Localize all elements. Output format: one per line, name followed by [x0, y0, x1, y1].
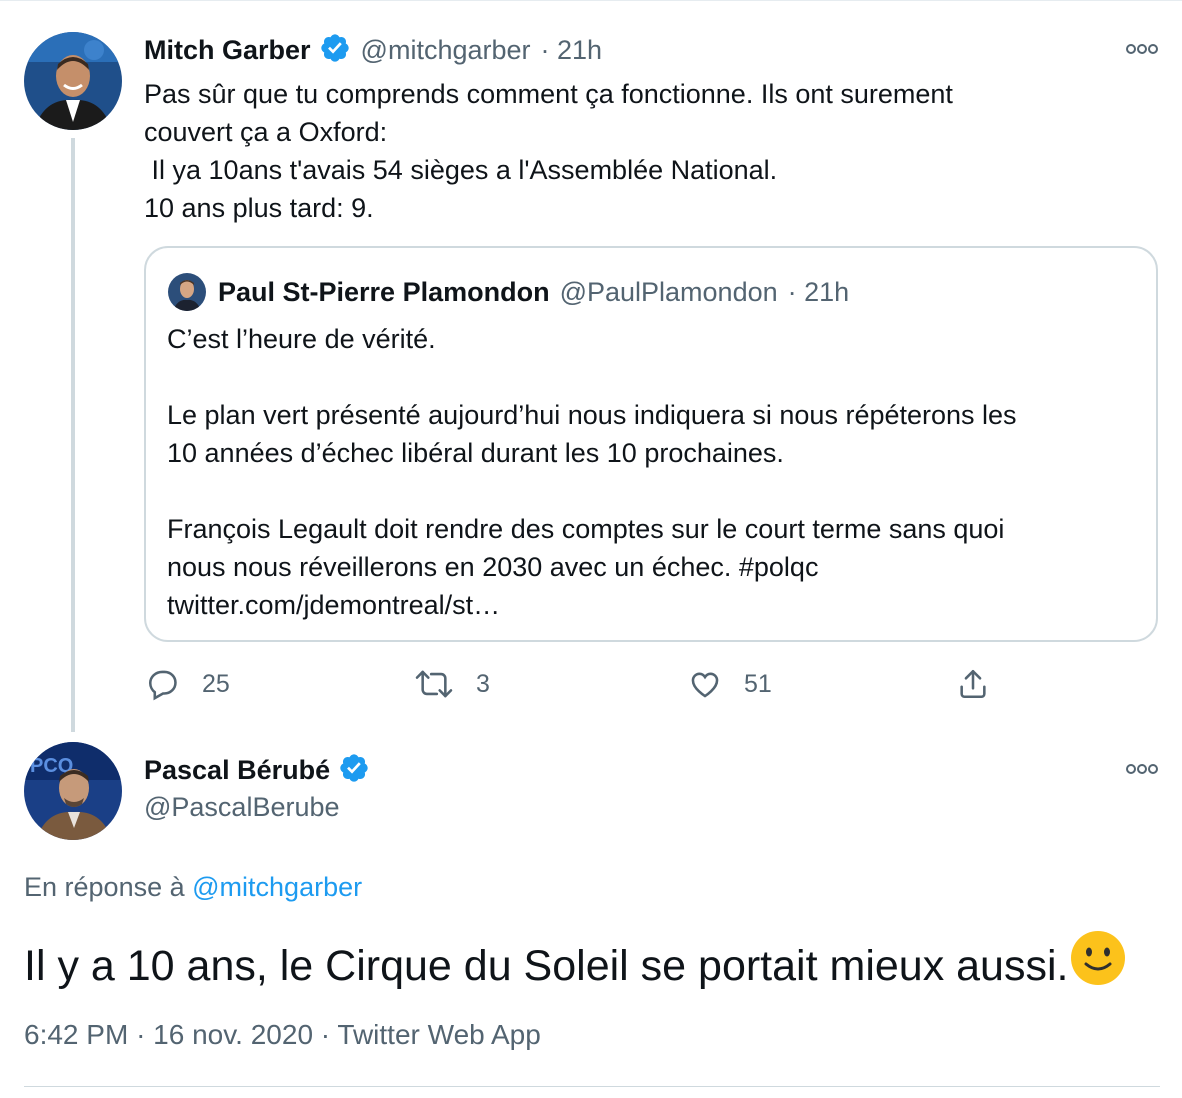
tweet2-header: Pascal Bérubé	[144, 750, 370, 790]
reply-prefix: En réponse à	[24, 872, 185, 902]
top-divider	[0, 0, 1182, 1]
more-options-icon[interactable]	[1125, 42, 1159, 56]
like-action[interactable]: 51	[688, 664, 772, 704]
tweet-date[interactable]: 16 nov. 2020	[153, 1019, 313, 1050]
reply-action[interactable]: 25	[146, 664, 230, 704]
paul-plamondon-avatar	[168, 273, 206, 311]
like-count: 51	[744, 669, 772, 698]
tweet1-header: Mitch Garber @mitchgarber · 21h	[144, 30, 602, 70]
quoted-tweet-text: C’est l’heure de vérité. Le plan vert pr…	[167, 324, 1017, 620]
retweet-icon	[415, 670, 453, 698]
verified-badge-icon	[319, 32, 351, 69]
author-name[interactable]: Mitch Garber	[144, 35, 311, 66]
quoted-timestamp[interactable]: · 21h	[788, 277, 850, 308]
quoted-author-handle[interactable]: @PaulPlamondon	[560, 277, 778, 308]
reply-count: 25	[202, 669, 230, 698]
share-action[interactable]	[956, 664, 990, 704]
meta-separator: ·	[136, 1019, 154, 1050]
tweet2-text-row: Il y a 10 ans, le Cirque du Soleil se po…	[24, 930, 1126, 996]
tweet-source[interactable]: Twitter Web App	[337, 1019, 540, 1050]
tweet2-text: Il y a 10 ans, le Cirque du Soleil se po…	[24, 942, 1069, 990]
slightly-smiling-face-icon	[1071, 931, 1126, 985]
mitch-garber-avatar[interactable]	[24, 32, 122, 130]
tweet-timestamp[interactable]: · 21h	[541, 35, 603, 66]
quoted-author-name[interactable]: Paul St-Pierre Plamondon	[218, 277, 550, 308]
bottom-divider	[24, 1086, 1160, 1087]
quoted-tweet-header: Paul St-Pierre Plamondon @PaulPlamondon …	[168, 272, 849, 312]
meta-separator: ·	[320, 1019, 338, 1050]
pascal-berube-avatar[interactable]: PCQ	[24, 742, 122, 840]
tweet2-meta: 6:42 PM · 16 nov. 2020 · Twitter Web App	[24, 1019, 541, 1051]
tweet-time[interactable]: 6:42 PM	[24, 1019, 128, 1050]
author-handle[interactable]: @mitchgarber	[361, 35, 531, 66]
more-options-icon[interactable]	[1125, 762, 1159, 776]
verified-badge-icon	[338, 752, 370, 789]
author-handle[interactable]: @PascalBerube	[144, 792, 340, 823]
reply-mention-link[interactable]: @mitchgarber	[192, 872, 362, 902]
thread-connector-line	[71, 138, 75, 732]
reply-icon	[148, 670, 177, 701]
share-icon	[960, 669, 986, 699]
tweet1-text: Pas sûr que tu comprends comment ça fonc…	[144, 79, 953, 223]
reply-context: En réponse à @mitchgarber	[24, 872, 362, 903]
retweet-count: 3	[476, 669, 490, 698]
retweet-action[interactable]: 3	[414, 664, 490, 704]
quoted-tweet-card[interactable]: Paul St-Pierre Plamondon @PaulPlamondon …	[144, 246, 1158, 642]
author-name[interactable]: Pascal Bérubé	[144, 755, 330, 786]
heart-icon	[691, 672, 719, 698]
